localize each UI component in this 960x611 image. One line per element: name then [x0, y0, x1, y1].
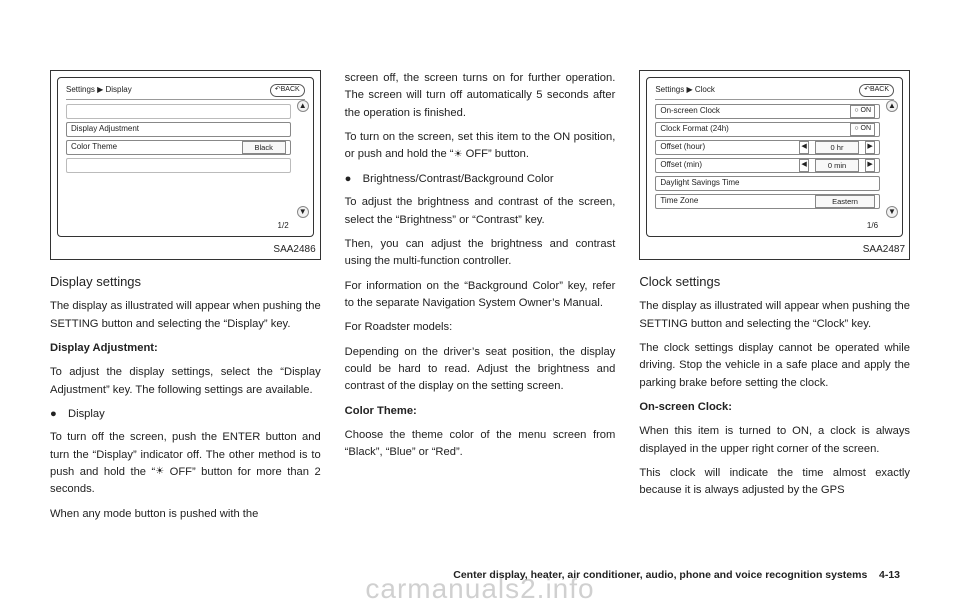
footer-page-number: 4-13	[879, 569, 900, 581]
chevron-left-icon[interactable]: ◀	[799, 159, 809, 172]
menu-label: Clock Format (24h)	[660, 123, 728, 135]
figure-display-settings: Settings ▶ Display ↶BACK ▲ Display Adjus…	[50, 70, 321, 260]
page-indicator: 1/2	[278, 220, 289, 232]
menu-row-offset-min[interactable]: Offset (min) ◀ 0 min ▶	[655, 158, 880, 173]
figure-clock-settings: Settings ▶ Clock ↶BACK ▲ On-screen Clock…	[639, 70, 910, 260]
menu-value: Black	[242, 141, 286, 155]
column-3: Settings ▶ Clock ↶BACK ▲ On-screen Clock…	[639, 70, 910, 581]
heading-onscreen-clock: On-screen Clock:	[639, 399, 910, 416]
scroll-down-icon[interactable]: ▼	[886, 206, 898, 218]
bullet-icon: ●	[50, 406, 60, 423]
menu-label: Offset (min)	[660, 159, 702, 171]
body-text: To adjust the brightness and contrast of…	[345, 194, 616, 229]
menu-row-dst[interactable]: Daylight Savings Time	[655, 176, 880, 191]
menu-row-clock-format[interactable]: Clock Format (24h) ○ ON	[655, 122, 880, 137]
bullet-text: Brightness/Contrast/Background Color	[363, 171, 554, 188]
toggle-value[interactable]: ○ ON	[850, 105, 875, 118]
body-text: Then, you can adjust the brightness and …	[345, 236, 616, 271]
menu-label: Display Adjustment	[71, 123, 139, 135]
back-button[interactable]: ↶BACK	[270, 84, 305, 97]
body-text: The clock settings display cannot be ope…	[639, 340, 910, 392]
body-text: For information on the “Background Color…	[345, 278, 616, 313]
menu-value: 0 hr	[815, 141, 859, 155]
body-text: Choose the theme color of the menu scree…	[345, 427, 616, 462]
body-text: To turn off the screen, push the ENTER b…	[50, 429, 321, 498]
menu-row-time-zone[interactable]: Time Zone Eastern	[655, 194, 880, 209]
manual-page: Settings ▶ Display ↶BACK ▲ Display Adjus…	[0, 0, 960, 611]
breadcrumb: Settings ▶ Display	[66, 84, 132, 96]
menu-label: Offset (hour)	[660, 141, 705, 153]
chevron-right-icon[interactable]: ▶	[865, 141, 875, 154]
menu-label: On-screen Clock	[660, 105, 720, 117]
body-text: When this item is turned to ON, a clock …	[639, 423, 910, 458]
body-text: To turn on the screen, set this item to …	[345, 129, 616, 164]
body-text: The display as illustrated will appear w…	[50, 298, 321, 333]
sun-icon: ☀	[155, 464, 164, 480]
chevron-right-icon[interactable]: ▶	[865, 159, 875, 172]
bullet-text: Display	[68, 406, 105, 423]
menu-value: Eastern	[815, 195, 875, 209]
menu-row-onscreen-clock[interactable]: On-screen Clock ○ ON	[655, 104, 880, 119]
menu-label: Color Theme	[71, 141, 117, 153]
breadcrumb: Settings ▶ Clock	[655, 84, 715, 96]
figure-label: SAA2486	[273, 242, 315, 258]
menu-label: Daylight Savings Time	[660, 177, 739, 189]
body-text: To adjust the display settings, select t…	[50, 364, 321, 399]
scroll-up-icon[interactable]: ▲	[886, 100, 898, 112]
menu-row-display-adjustment[interactable]: Display Adjustment	[66, 122, 291, 137]
bullet-icon: ●	[345, 171, 355, 188]
scroll-up-icon[interactable]: ▲	[297, 100, 309, 112]
body-text: When any mode button is pushed with the	[50, 506, 321, 523]
heading-display-adjustment: Display Adjustment:	[50, 340, 321, 357]
screen-header: Settings ▶ Display ↶BACK	[66, 84, 305, 100]
screen-header: Settings ▶ Clock ↶BACK	[655, 84, 894, 100]
menu-row-color-theme[interactable]: Color Theme Black	[66, 140, 291, 155]
menu-label: Time Zone	[660, 195, 698, 207]
column-1: Settings ▶ Display ↶BACK ▲ Display Adjus…	[50, 70, 321, 581]
heading-display-settings: Display settings	[50, 272, 321, 292]
menu-row-blank	[66, 158, 291, 173]
menu-row-offset-hour[interactable]: Offset (hour) ◀ 0 hr ▶	[655, 140, 880, 155]
figure-label: SAA2487	[863, 242, 905, 258]
screen-display: Settings ▶ Display ↶BACK ▲ Display Adjus…	[57, 77, 314, 237]
chevron-left-icon[interactable]: ◀	[799, 141, 809, 154]
toggle-value[interactable]: ○ ON	[850, 123, 875, 136]
menu-value: 0 min	[815, 159, 859, 173]
bullet-brightness: ● Brightness/Contrast/Background Color	[345, 171, 616, 188]
text-fragment: OFF” button.	[462, 148, 529, 160]
menu-row-blank	[66, 104, 291, 119]
body-text: Depending on the driver’s seat position,…	[345, 344, 616, 396]
body-text: screen off, the screen turns on for furt…	[345, 70, 616, 122]
body-text: The display as illustrated will appear w…	[639, 298, 910, 333]
page-indicator: 1/6	[867, 220, 878, 232]
heading-color-theme: Color Theme:	[345, 403, 616, 420]
body-text: For Roadster models:	[345, 319, 616, 336]
bullet-display: ● Display	[50, 406, 321, 423]
footer-section: Center display, heater, air conditioner,…	[453, 569, 867, 581]
body-text: This clock will indicate the time almost…	[639, 465, 910, 500]
screen-clock: Settings ▶ Clock ↶BACK ▲ On-screen Clock…	[646, 77, 903, 237]
back-button[interactable]: ↶BACK	[859, 84, 894, 97]
scroll-down-icon[interactable]: ▼	[297, 206, 309, 218]
heading-clock-settings: Clock settings	[639, 272, 910, 292]
column-2: screen off, the screen turns on for furt…	[345, 70, 616, 581]
page-footer: Center display, heater, air conditioner,…	[453, 569, 900, 581]
